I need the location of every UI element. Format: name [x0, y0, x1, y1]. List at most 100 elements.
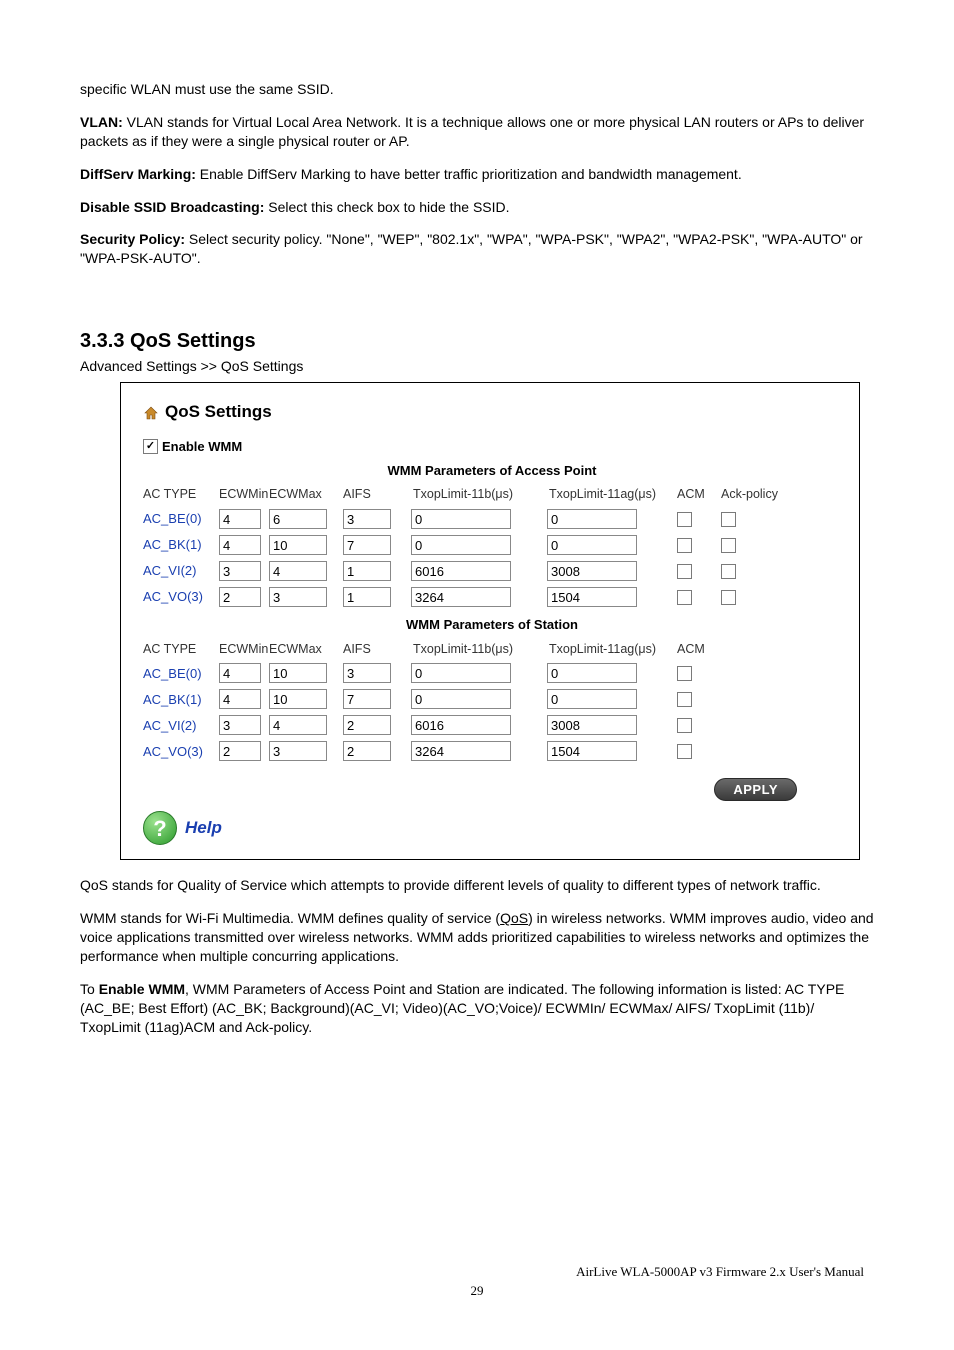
help-row[interactable]: ? Help — [143, 811, 841, 845]
sta-bk-tx11ag[interactable] — [547, 689, 637, 709]
ap-be-tx11ag[interactable] — [547, 509, 637, 529]
ap-bk-label: AC_BK(1) — [143, 536, 215, 554]
post-p2a: WMM stands for Wi-Fi Multimedia. WMM def… — [80, 910, 500, 926]
ap-bk-acm-checkbox[interactable] — [677, 538, 692, 553]
ap-vi-aifs[interactable] — [343, 561, 391, 581]
ap-vo-ecwmin[interactable] — [219, 587, 261, 607]
sta-vi-acm-checkbox[interactable] — [677, 718, 692, 733]
ap-vo-tx11ag[interactable] — [547, 587, 637, 607]
ap-be-ecwmin[interactable] — [219, 509, 261, 529]
help-icon: ? — [143, 811, 177, 845]
ap-bk-ack-checkbox[interactable] — [721, 538, 736, 553]
ap-vi-acm-checkbox[interactable] — [677, 564, 692, 579]
hdr-tx11ag: TxopLimit-11ag(μs) — [547, 486, 673, 503]
sta-row-be: AC_BE(0) — [143, 660, 841, 686]
sta-hdr-ecwmin: ECWMin — [219, 641, 265, 658]
sta-be-tx11b[interactable] — [411, 663, 511, 683]
ap-vo-ack-checkbox[interactable] — [721, 590, 736, 605]
ap-vi-tx11b[interactable] — [411, 561, 511, 581]
sta-be-ecwmax[interactable] — [269, 663, 327, 683]
ap-bk-ecwmin[interactable] — [219, 535, 261, 555]
sta-vo-ecwmin[interactable] — [219, 741, 261, 761]
help-text: Help — [185, 817, 222, 840]
ap-bk-aifs[interactable] — [343, 535, 391, 555]
ap-table: AC TYPE ECWMin ECWMax AIFS TxopLimit-11b… — [143, 483, 841, 610]
sta-vi-tx11b[interactable] — [411, 715, 511, 735]
sta-row-vi: AC_VI(2) — [143, 712, 841, 738]
hdr-aifs: AIFS — [343, 486, 407, 503]
sta-be-tx11ag[interactable] — [547, 663, 637, 683]
sta-vo-acm-checkbox[interactable] — [677, 744, 692, 759]
sta-vo-ecwmax[interactable] — [269, 741, 327, 761]
sta-be-aifs[interactable] — [343, 663, 391, 683]
sta-bk-aifs[interactable] — [343, 689, 391, 709]
diffserv-text: Enable DiffServ Marking to have better t… — [196, 166, 742, 182]
home-icon — [143, 405, 159, 421]
sta-vo-tx11ag[interactable] — [547, 741, 637, 761]
ap-vo-label: AC_VO(3) — [143, 588, 215, 606]
sta-be-ecwmin[interactable] — [219, 663, 261, 683]
page-footer: AirLive WLA-5000AP v3 Firmware 2.x User'… — [0, 1263, 954, 1300]
ap-be-acm-checkbox[interactable] — [677, 512, 692, 527]
sta-bk-acm-checkbox[interactable] — [677, 692, 692, 707]
diffserv-label: DiffServ Marking: — [80, 166, 196, 182]
ap-row-be: AC_BE(0) — [143, 506, 841, 532]
post-p3a: To — [80, 981, 99, 997]
hdr-tx11b: TxopLimit-11b(μs) — [411, 486, 543, 503]
sta-bk-ecwmin[interactable] — [219, 689, 261, 709]
footer-manual: AirLive WLA-5000AP v3 Firmware 2.x User'… — [0, 1263, 954, 1281]
sta-vi-tx11ag[interactable] — [547, 715, 637, 735]
ap-be-tx11b[interactable] — [411, 509, 511, 529]
ap-vi-ecwmax[interactable] — [269, 561, 327, 581]
ap-vo-aifs[interactable] — [343, 587, 391, 607]
sta-hdr-acm: ACM — [677, 641, 717, 658]
ap-vi-tx11ag[interactable] — [547, 561, 637, 581]
hdr-acm: ACM — [677, 486, 717, 503]
apply-button[interactable]: APPLY — [714, 778, 797, 801]
intro-security: Security Policy: Select security policy.… — [80, 230, 874, 268]
sta-vo-tx11b[interactable] — [411, 741, 511, 761]
security-text: Select security policy. "None", "WEP", "… — [80, 231, 863, 266]
ap-vi-ecwmin[interactable] — [219, 561, 261, 581]
ap-vo-ecwmax[interactable] — [269, 587, 327, 607]
footer-page-number: 29 — [0, 1282, 954, 1300]
ap-caption: WMM Parameters of Access Point — [143, 462, 841, 480]
section-heading: 3.3.3 QoS Settings — [80, 328, 874, 355]
ap-bk-tx11b[interactable] — [411, 535, 511, 555]
sta-vi-label: AC_VI(2) — [143, 717, 215, 735]
sta-vo-aifs[interactable] — [343, 741, 391, 761]
ap-row-bk: AC_BK(1) — [143, 532, 841, 558]
intro-line1: specific WLAN must use the same SSID. — [80, 80, 874, 99]
ap-bk-tx11ag[interactable] — [547, 535, 637, 555]
sta-bk-tx11b[interactable] — [411, 689, 511, 709]
sta-table: AC TYPE ECWMin ECWMax AIFS TxopLimit-11b… — [143, 638, 841, 765]
sta-vi-aifs[interactable] — [343, 715, 391, 735]
sta-bk-label: AC_BK(1) — [143, 691, 215, 709]
enable-wmm-checkbox[interactable]: ✓ — [143, 439, 158, 454]
ap-header-row: AC TYPE ECWMin ECWMax AIFS TxopLimit-11b… — [143, 483, 841, 506]
sta-hdr-actype: AC TYPE — [143, 641, 215, 658]
ap-bk-ecwmax[interactable] — [269, 535, 327, 555]
intro-diffserv: DiffServ Marking: Enable DiffServ Markin… — [80, 165, 874, 184]
sta-vi-ecwmin[interactable] — [219, 715, 261, 735]
sta-hdr-ecwmax: ECWMax — [269, 641, 339, 658]
ap-row-vo: AC_VO(3) — [143, 584, 841, 610]
hdr-actype: AC TYPE — [143, 486, 215, 503]
vlan-text: VLAN stands for Virtual Local Area Netwo… — [80, 114, 864, 149]
ap-vi-ack-checkbox[interactable] — [721, 564, 736, 579]
apply-row: APPLY — [143, 778, 797, 801]
ap-vi-label: AC_VI(2) — [143, 562, 215, 580]
ap-be-label: AC_BE(0) — [143, 510, 215, 528]
sta-bk-ecwmax[interactable] — [269, 689, 327, 709]
ap-be-ecwmax[interactable] — [269, 509, 327, 529]
enable-wmm-row: ✓ Enable WMM — [143, 438, 841, 456]
hdr-ecwmax: ECWMax — [269, 486, 339, 503]
hdr-ack: Ack-policy — [721, 486, 761, 503]
sta-vi-ecwmax[interactable] — [269, 715, 327, 735]
post-p3b: , WMM Parameters of Access Point and Sta… — [80, 981, 844, 1035]
ap-be-ack-checkbox[interactable] — [721, 512, 736, 527]
ap-vo-acm-checkbox[interactable] — [677, 590, 692, 605]
ap-vo-tx11b[interactable] — [411, 587, 511, 607]
ap-be-aifs[interactable] — [343, 509, 391, 529]
sta-be-acm-checkbox[interactable] — [677, 666, 692, 681]
